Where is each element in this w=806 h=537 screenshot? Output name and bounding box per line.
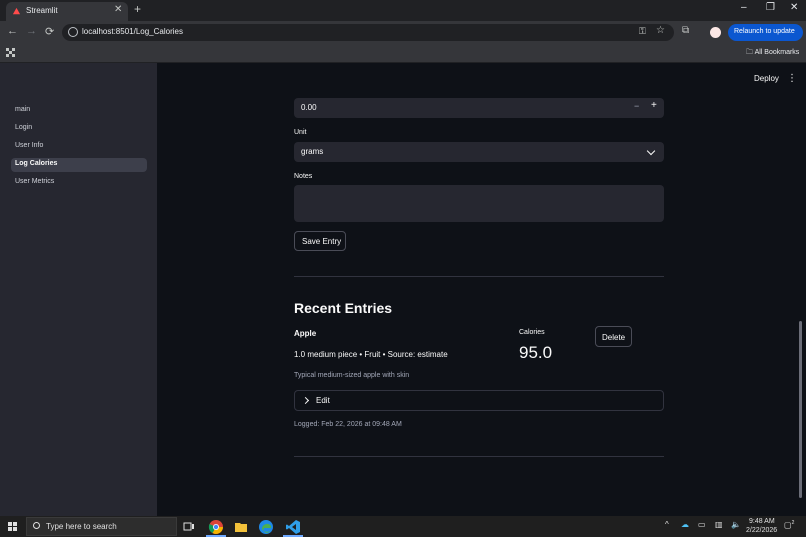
entry-name: Apple — [294, 329, 317, 338]
all-bookmarks-label: All Bookmarks — [754, 49, 800, 56]
edit-label: Edit — [316, 396, 330, 405]
logged-timestamp: Logged: Feb 22, 2026 at 09:48 AM — [294, 421, 402, 428]
sidebar-item-label: Log Calories — [15, 160, 58, 167]
notification-count: 2 — [791, 520, 795, 526]
divider — [294, 276, 664, 277]
scrollbar-thumb[interactable] — [799, 321, 802, 498]
relaunch-label: Relaunch to update — [734, 28, 795, 35]
bookmark-star-icon[interactable]: ☆ — [656, 25, 665, 36]
onedrive-icon[interactable]: ☁ — [681, 520, 689, 529]
url-text[interactable]: localhost:8501/Log_Calories — [82, 27, 183, 36]
relaunch-update-button[interactable]: Relaunch to update — [728, 24, 803, 41]
save-entry-label: Save Entry — [302, 237, 342, 246]
bookmarks-bar: 🗀 All Bookmarks — [0, 44, 806, 63]
divider — [294, 456, 664, 457]
streamlit-favicon-icon — [12, 7, 21, 15]
increment-button[interactable]: + — [651, 100, 657, 111]
window-close-icon[interactable]: ✕ — [790, 2, 798, 13]
unit-label: Unit — [294, 129, 307, 136]
task-view-icon[interactable] — [181, 519, 197, 535]
network-icon[interactable]: ▥ — [715, 520, 723, 529]
quantity-stepper[interactable]: 0.00 − + — [294, 98, 664, 118]
save-entry-button[interactable]: Save Entry — [294, 231, 346, 251]
clock-time[interactable]: 9:48 AM — [749, 518, 775, 525]
entry-details: 1.0 medium piece • Fruit • Source: estim… — [294, 350, 448, 359]
notifications-icon[interactable]: ▢2 — [784, 520, 794, 530]
main-menu-icon[interactable]: ⋮ — [787, 73, 797, 84]
extensions-icon[interactable]: ⧉ — [682, 25, 689, 36]
sidebar-item-label: User Metrics — [15, 178, 55, 185]
forward-icon[interactable]: → — [26, 25, 37, 37]
sidebar-item-label: User Info — [15, 142, 44, 149]
notes-textarea[interactable] — [294, 185, 664, 222]
profile-avatar[interactable] — [710, 27, 721, 38]
sidebar-item-log-calories[interactable]: Log Calories — [11, 158, 147, 172]
folder-icon: 🗀 — [746, 49, 755, 56]
tab-close-icon[interactable]: ✕ — [114, 4, 122, 15]
delete-button[interactable]: Delete — [595, 326, 632, 347]
main-content: Deploy ⋮ 0.00 − + Unit grams Notes Save … — [157, 63, 806, 516]
volume-muted-icon[interactable]: 🔈 — [731, 520, 741, 529]
address-bar[interactable]: localhost:8501/Log_Calories ⚿ ☆ — [62, 24, 674, 41]
apps-grid-icon[interactable] — [6, 48, 15, 57]
file-explorer-icon[interactable] — [233, 519, 249, 535]
edit-expander[interactable]: Edit — [294, 390, 664, 411]
sidebar: main Login User Info Log Calories User M… — [0, 63, 157, 516]
reload-icon[interactable]: ⟳ — [45, 25, 54, 38]
chrome-icon[interactable] — [208, 519, 224, 535]
all-bookmarks-link[interactable]: 🗀 All Bookmarks — [746, 48, 799, 59]
site-info-icon[interactable] — [68, 27, 78, 37]
unit-select[interactable]: grams — [294, 142, 664, 162]
sidebar-item-label: main — [15, 106, 31, 113]
calories-label: Calories — [519, 329, 545, 336]
restore-icon[interactable]: ❐ — [766, 2, 775, 13]
clock-date[interactable]: 2/22/2026 — [746, 527, 777, 534]
quantity-value[interactable]: 0.00 — [301, 103, 317, 112]
tray-overflow-icon[interactable]: ^ — [665, 520, 669, 529]
windows-taskbar: Type here to search ^ ☁ ▭ ▥ 🔈 9:48 AM 2/… — [0, 516, 806, 537]
notes-label: Notes — [294, 173, 313, 180]
browser-tab[interactable]: Streamlit ✕ — [6, 2, 128, 21]
deploy-button[interactable]: Deploy — [754, 74, 779, 83]
taskbar-search[interactable]: Type here to search — [26, 517, 177, 536]
new-tab-icon[interactable]: + — [134, 2, 141, 16]
calories-value: 95.0 — [519, 343, 553, 362]
password-key-icon[interactable]: ⚿ — [639, 26, 646, 37]
sidebar-item-login[interactable]: Login — [11, 122, 147, 136]
battery-icon[interactable]: ▭ — [698, 520, 706, 529]
back-icon[interactable]: ← — [7, 25, 18, 37]
recent-entries-heading: Recent Entries — [294, 300, 393, 316]
unit-selected-value: grams — [301, 147, 324, 156]
sidebar-item-user-metrics[interactable]: User Metrics — [11, 176, 147, 190]
entry-description: Typical medium-sized apple with skin — [294, 372, 410, 379]
notification-bubble-icon: ▢ — [784, 520, 792, 530]
edge-icon[interactable] — [258, 519, 274, 535]
decrement-button[interactable]: − — [634, 101, 639, 111]
sidebar-item-user-info[interactable]: User Info — [11, 140, 147, 154]
windows-start-icon[interactable] — [8, 522, 17, 531]
browser-tab-strip: Streamlit ✕ + – ❐ ✕ — [0, 0, 806, 21]
chevron-right-icon — [301, 396, 310, 405]
search-icon — [33, 522, 40, 529]
sidebar-item-main[interactable]: main — [11, 104, 147, 118]
search-placeholder: Type here to search — [46, 522, 117, 531]
tab-title: Streamlit — [26, 6, 58, 15]
sidebar-item-label: Login — [15, 124, 33, 131]
minimize-icon[interactable]: – — [741, 2, 747, 13]
delete-label: Delete — [602, 333, 626, 342]
chevron-down-icon — [646, 146, 656, 156]
vscode-icon[interactable] — [285, 519, 301, 535]
